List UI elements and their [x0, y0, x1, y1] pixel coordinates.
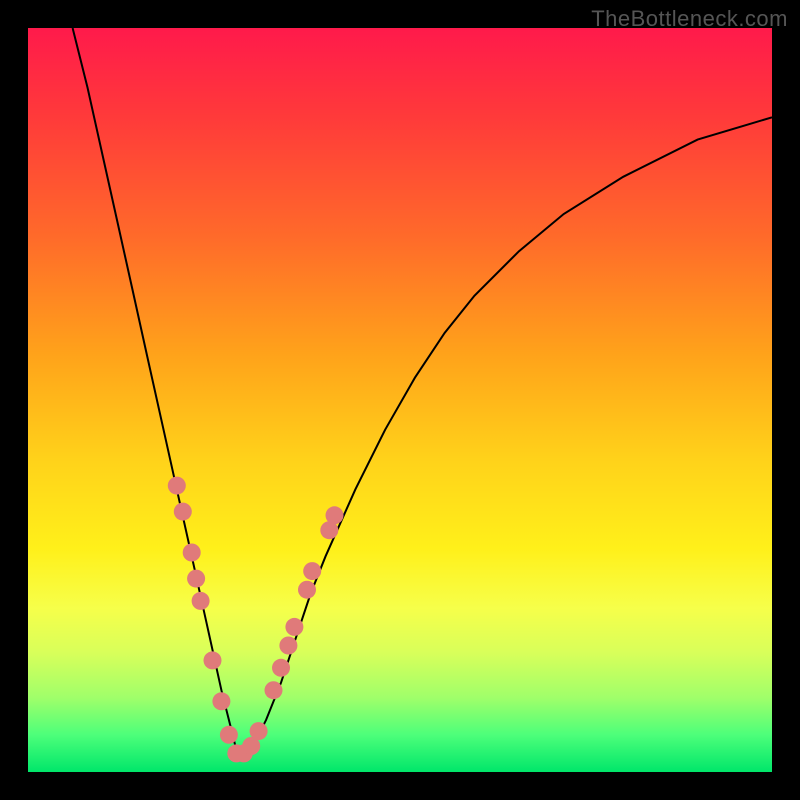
- curve-marker: [204, 651, 222, 669]
- curve-marker: [326, 506, 344, 524]
- curve-svg: [28, 28, 772, 772]
- bottleneck-curve: [73, 28, 772, 757]
- curve-marker: [303, 562, 321, 580]
- curve-marker: [192, 592, 210, 610]
- chart-frame: TheBottleneck.com: [0, 0, 800, 800]
- marker-group: [168, 477, 344, 763]
- curve-marker: [279, 637, 297, 655]
- curve-marker: [285, 618, 303, 636]
- curve-marker: [212, 692, 230, 710]
- curve-marker: [298, 581, 316, 599]
- curve-marker: [183, 544, 201, 562]
- curve-marker: [220, 726, 238, 744]
- plot-area: [28, 28, 772, 772]
- curve-marker: [187, 570, 205, 588]
- curve-marker: [265, 681, 283, 699]
- curve-marker: [174, 503, 192, 521]
- watermark-text: TheBottleneck.com: [591, 6, 788, 32]
- curve-marker: [250, 722, 268, 740]
- curve-marker: [168, 477, 186, 495]
- curve-marker: [272, 659, 290, 677]
